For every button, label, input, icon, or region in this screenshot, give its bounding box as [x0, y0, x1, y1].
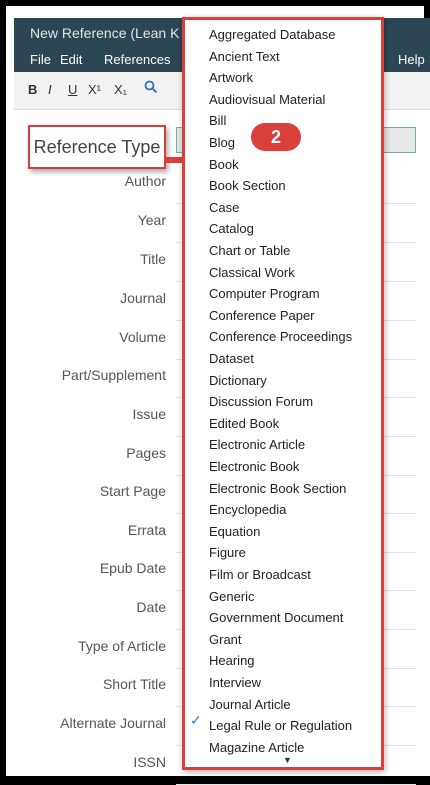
bold-button[interactable]: B	[28, 82, 37, 97]
italic-button[interactable]: I	[48, 82, 52, 97]
dropdown-option[interactable]: Dictionary	[209, 373, 267, 388]
dropdown-option[interactable]: Aggregated Database	[209, 27, 335, 42]
dropdown-option[interactable]: Discussion Forum	[209, 394, 313, 409]
dropdown-option[interactable]: Figure	[209, 545, 246, 560]
dropdown-option[interactable]: Interview	[209, 675, 261, 690]
dropdown-option[interactable]: Dataset	[209, 351, 254, 366]
field-label: Part/Supplement	[61, 367, 166, 383]
field-label: Start Page	[99, 483, 166, 499]
field-label: ISSN	[133, 754, 166, 770]
field-label: Title	[140, 251, 166, 267]
dropdown-option[interactable]: Audiovisual Material	[209, 92, 325, 107]
dropdown-option[interactable]: Government Document	[209, 610, 343, 625]
field-label: Issue	[132, 406, 166, 422]
dropdown-option[interactable]: Film or Broadcast	[209, 567, 311, 582]
menu-file[interactable]: File	[30, 48, 51, 72]
dropdown-option[interactable]: Edited Book	[209, 416, 279, 431]
dropdown-option[interactable]: Book	[209, 157, 239, 172]
field-label: Errata	[127, 522, 166, 538]
menu-help[interactable]: Help	[398, 48, 425, 72]
dropdown-option[interactable]: Equation	[209, 524, 260, 539]
field-label: Type of Article	[78, 638, 166, 654]
dropdown-option[interactable]: Computer Program	[209, 286, 320, 301]
step-number-badge: 2	[251, 123, 301, 151]
field-label: Volume	[119, 329, 166, 345]
dropdown-option[interactable]: Journal Article	[209, 697, 291, 712]
dropdown-option[interactable]: Chart or Table	[209, 243, 290, 258]
dropdown-option[interactable]: Conference Proceedings	[209, 329, 352, 344]
dropdown-option[interactable]: Hearing	[209, 653, 255, 668]
dropdown-option[interactable]: Book Section	[209, 178, 286, 193]
dropdown-option[interactable]: Magazine Article	[209, 740, 304, 755]
field-label: Date	[136, 599, 166, 615]
menu-edit[interactable]: Edit	[60, 48, 82, 72]
dropdown-option[interactable]: Electronic Book	[209, 459, 299, 474]
dropdown-option[interactable]: Electronic Book Section	[209, 481, 346, 496]
dropdown-option[interactable]: Case	[209, 200, 239, 215]
dropdown-option[interactable]: Bill	[209, 113, 226, 128]
field-label: Short Title	[102, 676, 166, 692]
field-label: Pages	[126, 445, 166, 461]
field-label: Year	[137, 212, 166, 228]
menu-references[interactable]: References	[104, 48, 170, 72]
subscript-button[interactable]: X₁	[114, 82, 127, 97]
dropdown-option[interactable]: Catalog	[209, 221, 254, 236]
dropdown-option[interactable]: Grant	[209, 632, 242, 647]
search-icon[interactable]	[144, 80, 158, 97]
dropdown-option[interactable]: Blog	[209, 135, 235, 150]
dropdown-option[interactable]: Classical Work	[209, 265, 295, 280]
dropdown-option[interactable]: Conference Paper	[209, 308, 315, 323]
dropdown-option[interactable]: Legal Rule or Regulation	[209, 718, 352, 733]
dropdown-option[interactable]: Artwork	[209, 70, 253, 85]
field-label: Alternate Journal	[60, 715, 166, 731]
field-label: Author	[124, 173, 166, 189]
dropdown-option[interactable]: Ancient Text	[209, 49, 280, 64]
superscript-button[interactable]: X¹	[88, 82, 101, 97]
dropdown-option[interactable]: Encyclopedia	[209, 502, 286, 517]
dropdown-option[interactable]: Electronic Article	[209, 437, 305, 452]
dropdown-option[interactable]: Generic	[209, 589, 255, 604]
checkmark-icon: ✓	[190, 712, 202, 728]
underline-button[interactable]: U	[68, 82, 77, 97]
reference-type-label: Reference Type	[28, 125, 166, 169]
scroll-down-icon[interactable]: ▼	[283, 755, 292, 765]
field-label: Journal	[120, 290, 166, 306]
field-label: Epub Date	[99, 560, 166, 576]
